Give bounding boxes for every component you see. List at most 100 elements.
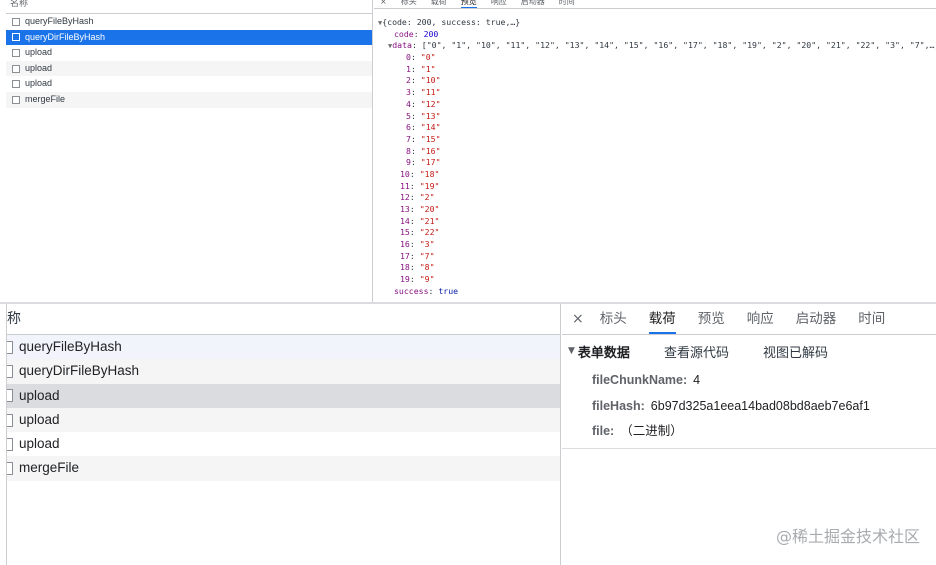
json-string-value: "12" [420, 98, 441, 109]
json-preview: ▼{code: 200, success: true,…} code: 200 … [374, 9, 936, 298]
tab[interactable]: 预览 [460, 0, 477, 8]
checkbox-icon[interactable] [12, 17, 20, 26]
request-row[interactable]: upload [6, 76, 372, 92]
json-array-item: 1: "1" [406, 63, 436, 74]
json-index: 11 [400, 180, 410, 191]
form-field-value: 4 [693, 373, 701, 387]
form-data-fields: fileChunkName: 4 fileHash: 6b97d325a1eea14b… [562, 367, 936, 444]
tab[interactable]: 预览 [698, 304, 725, 334]
json-array-item: 6: "14" [406, 122, 441, 133]
json-array-item: 4: "12" [406, 98, 441, 109]
json-array-item: 19: "9" [400, 274, 435, 285]
checkbox-icon[interactable] [7, 364, 13, 378]
json-string-value: "20" [419, 204, 440, 214]
json-index: 19 [400, 274, 410, 285]
json-string-value: "21" [419, 215, 440, 226]
form-field-row: fileHash: 6b97d325a1eea14bad08bd8aeb7e6af… [592, 393, 936, 419]
json-index: 12 [400, 192, 410, 203]
json-array-item: 11: "19" [400, 180, 440, 191]
top-detail-pane: × 标头 载荷 预览 响应 启动器 时间 ▼{code: 200, success: tru… [374, 0, 936, 302]
checkbox-icon[interactable] [7, 413, 13, 427]
request-name: upload [25, 62, 53, 73]
top-request-list: 名称 queryFileByHash queryDirFileByHash uplo… [6, 0, 373, 302]
top-detail-tabs: × 标头 载荷 预览 响应 启动器 时间 [374, 0, 936, 9]
top-devtools-panel: 名称 queryFileByHash queryDirFileByHash uplo… [0, 0, 936, 302]
tab[interactable]: 载荷 [648, 304, 676, 334]
checkbox-icon[interactable] [7, 340, 13, 354]
checkbox-icon[interactable] [12, 95, 20, 104]
top-list-header: 名称 [6, 0, 372, 14]
tab[interactable]: 时间 [858, 304, 885, 334]
checkbox-icon[interactable] [12, 80, 20, 89]
view-source-link[interactable]: 查看源代码 [664, 342, 729, 361]
form-divider [562, 448, 936, 449]
form-field-key: fileHash: [592, 398, 645, 413]
tab[interactable]: 载荷 [431, 0, 447, 8]
request-row[interactable]: upload [6, 60, 372, 77]
bottom-list-header: 称 [7, 304, 560, 335]
tab[interactable]: 启动器 [796, 304, 837, 334]
form-data-header: ▼ 表单数据 查看源代码 视图已解码 [562, 335, 936, 367]
checkbox-icon[interactable] [7, 462, 13, 476]
form-field-row: file: （二进制） [592, 418, 936, 444]
json-data-line[interactable]: ▼data: ["0", "1", "10", "11", "12", "13"… [378, 40, 936, 52]
form-field-key: fileChunkName: [592, 373, 688, 387]
request-row[interactable]: queryDirFileByHash [7, 359, 560, 384]
json-index: 10 [400, 168, 410, 179]
json-string-value: "11" [420, 87, 441, 98]
tab[interactable]: 标头 [600, 304, 627, 334]
checkbox-icon[interactable] [12, 33, 20, 42]
request-row[interactable]: upload [7, 432, 560, 456]
checkbox-icon[interactable] [7, 389, 13, 403]
tab[interactable]: 启动器 [521, 0, 545, 8]
request-row[interactable]: queryFileByHash [6, 14, 372, 30]
json-index: 16 [400, 239, 410, 250]
json-string-value: "17" [420, 157, 441, 168]
checkbox-icon[interactable] [7, 437, 13, 451]
request-row[interactable]: mergeFile [6, 91, 372, 108]
checkbox-icon[interactable] [12, 48, 20, 57]
json-index: 13 [400, 204, 410, 214]
request-name: upload [19, 387, 60, 403]
checkbox-icon[interactable] [12, 64, 20, 73]
json-array-item: 14: "21" [400, 215, 440, 226]
json-array-item: 13: "20" [400, 204, 440, 214]
json-key: code [394, 28, 414, 39]
tab[interactable]: 响应 [747, 304, 774, 334]
close-icon[interactable]: × [380, 0, 387, 8]
form-field-row: fileChunkName: 4 [592, 367, 936, 393]
request-row[interactable]: upload [7, 407, 560, 433]
request-row[interactable]: mergeFile [7, 456, 560, 481]
request-row[interactable]: queryFileByHash [7, 335, 560, 360]
json-code-line: code: 200 [394, 28, 439, 39]
tab[interactable]: 时间 [559, 0, 575, 8]
json-root-summary: {code: 200, success: true,…} [382, 17, 521, 27]
request-name: upload [25, 78, 53, 89]
request-name: queryFileByHash [19, 339, 122, 354]
request-row[interactable]: queryDirFileByHash [6, 29, 372, 46]
tab[interactable]: 标头 [401, 0, 417, 8]
close-icon[interactable]: × [572, 304, 584, 334]
tab[interactable]: 响应 [491, 0, 507, 8]
request-row[interactable]: upload [7, 383, 560, 408]
json-number-value: 200 [423, 28, 439, 39]
json-array-item: 2: "10" [406, 75, 441, 86]
json-string-value: "16" [420, 145, 441, 156]
form-data-title[interactable]: 表单数据 [578, 342, 630, 361]
json-string-value: "13" [420, 110, 441, 121]
json-array-summary: ["0", "1", "10", "11", "12", "13", "14",… [421, 40, 936, 51]
json-index: 17 [400, 250, 410, 261]
json-string-value: "3" [419, 239, 435, 250]
request-name: mergeFile [19, 460, 80, 476]
view-decoded-link[interactable]: 视图已解码 [763, 342, 828, 361]
json-array-item: 10: "18" [400, 168, 440, 179]
request-name: mergeFile [25, 93, 66, 104]
collapse-triangle-icon[interactable]: ▼ [568, 346, 575, 356]
request-row[interactable]: upload [6, 45, 372, 61]
request-name: queryDirFileByHash [25, 31, 106, 42]
json-index: 15 [400, 227, 410, 238]
json-key: data [392, 40, 412, 51]
json-string-value: "18" [419, 168, 440, 179]
json-root-line[interactable]: ▼{code: 200, success: true,…} [378, 17, 936, 29]
json-success-line: success: true [394, 285, 459, 296]
